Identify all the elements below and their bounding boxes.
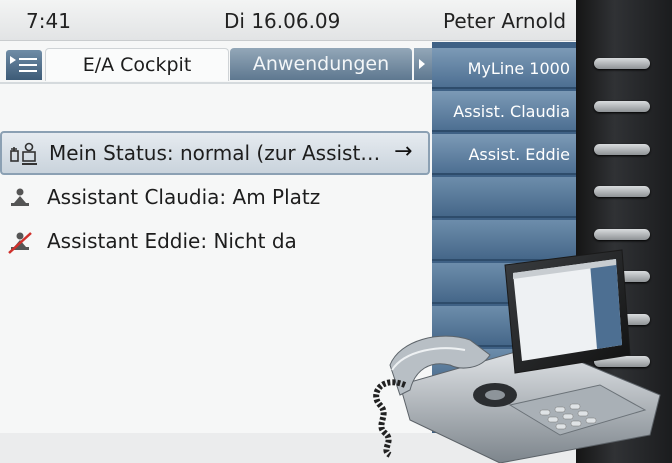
- date: Di 16.06.09: [224, 9, 341, 33]
- tab-ea-cockpit[interactable]: E/A Cockpit: [45, 48, 229, 81]
- hardware-key[interactable]: [594, 186, 650, 197]
- user-name: Peter Arnold: [443, 9, 567, 33]
- list-item-my-status[interactable]: Mein Status: normal (zur Assist… →: [0, 131, 430, 175]
- list-item-label: Assistant Claudia: Am Platz: [47, 185, 321, 209]
- tab-bar: E/A Cockpit Anwendungen: [0, 44, 433, 82]
- list-item-label: Mein Status: normal (zur Assist…: [49, 141, 381, 165]
- assistant-absent-icon: [8, 232, 32, 254]
- list-item-assistant-claudia[interactable]: Assistant Claudia: Am Platz: [0, 175, 430, 219]
- list-item-label: Assistant Eddie: Nicht da: [47, 229, 297, 253]
- fkey-myline-1000[interactable]: MyLine 1000: [432, 48, 576, 89]
- tab-anwendungen[interactable]: Anwendungen: [230, 48, 412, 80]
- hardware-key[interactable]: [594, 229, 650, 240]
- hardware-key[interactable]: [594, 144, 650, 155]
- fkey-assist-eddie[interactable]: Assist. Eddie: [432, 134, 576, 175]
- divider: [0, 82, 433, 84]
- assistant-present-icon: [11, 188, 29, 206]
- phone-device-icon: [373, 249, 661, 463]
- fkey-empty[interactable]: [432, 177, 576, 218]
- menu-icon[interactable]: [6, 50, 42, 80]
- boss-assistant-status-icon: [10, 142, 37, 165]
- status-bar: 7:41 Di 16.06.09 Peter Arnold: [0, 0, 576, 41]
- hardware-key[interactable]: [594, 58, 650, 69]
- tab-scroll-right-icon[interactable]: [414, 48, 432, 80]
- clock: 7:41: [26, 9, 71, 33]
- arrow-right-icon: →: [394, 139, 413, 164]
- hardware-key[interactable]: [594, 101, 650, 112]
- fkey-assist-claudia[interactable]: Assist. Claudia: [432, 91, 576, 132]
